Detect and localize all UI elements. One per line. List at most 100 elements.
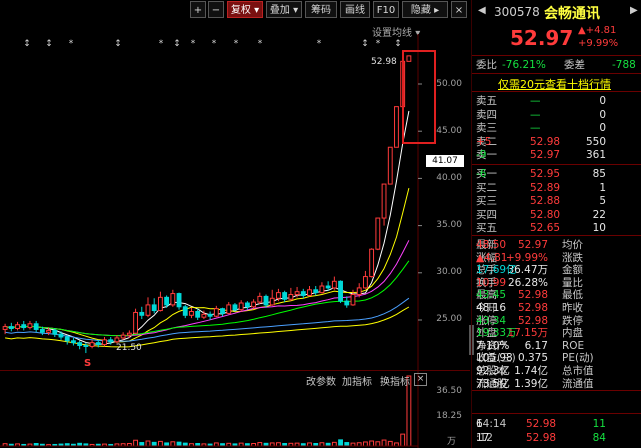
adjust-button[interactable]: 复权 ▾ [227,1,263,18]
price-tick-50: 50.00 [436,79,462,89]
stat-value: 6.17 [524,339,548,352]
ask-price: — [530,108,541,121]
candle-body [157,296,163,312]
stat-value: 52.97 [517,239,548,251]
volume-bar [362,441,368,447]
price-tick-30: 30.00 [436,267,462,277]
candle-body [282,292,288,300]
candle-body [307,289,312,296]
divider [472,235,641,236]
candle-body [294,291,300,296]
stat-row: 最高 52.98 最低 43.45 [476,289,636,301]
kline-chart-panel[interactable]: + − 复权 ▾ 叠加 ▾ 筹码 画线 F10 隐藏 ▸ × 设置均线 ▾ ↕ ↕… [0,0,474,448]
draw-line-button[interactable]: 画线 [340,1,370,18]
weibi-value: -76.21% [502,59,546,71]
signal-marker: * [69,39,74,49]
candle-body [71,340,76,344]
candle-body [39,328,45,333]
add-indicator-button[interactable]: 加指标 [342,373,372,388]
stat-value: 43.45 [476,289,507,302]
signal-marker: ↕ [114,39,122,49]
candle-body [52,329,58,335]
candle-body [375,217,381,250]
candle-body [257,295,263,303]
weibi-label: 委比 [476,59,497,71]
ask-label: 卖五 [476,95,497,107]
divider [472,413,641,414]
ask-price: 52.98 [530,135,561,148]
candle-body [201,313,207,318]
stat-label: ROE [562,339,585,352]
ask-volume: 0 [599,95,606,107]
candle-body [387,146,393,185]
signal-marker: ↕ [361,39,369,49]
candle-body [133,311,138,334]
f10-button[interactable]: F10 [373,1,399,18]
stat-value: 52.98 [517,302,548,314]
next-stock-arrow-icon[interactable]: ▶ [630,5,638,16]
stat-value: 52.98 [517,289,548,302]
bid-volume: 85 [592,168,606,180]
overlay-button[interactable]: 叠加 ▾ [266,1,302,18]
hide-button[interactable]: 隐藏 ▸ [402,1,448,18]
signal-marker: ↕ [394,39,402,49]
candle-body [21,324,27,329]
candle-body [356,287,362,296]
volume-bar [176,441,182,447]
level2-promo-link[interactable]: 仅需20元查看十档行情 [498,76,611,92]
candle-body [108,339,114,343]
candle-body [350,294,356,306]
change-indicator-button[interactable]: 换指标 [380,373,410,388]
stock-name: 会畅通讯 [544,6,600,22]
stat-value: 52.98 [517,314,548,327]
bid-row: 买三 52.88 5 [476,195,636,207]
tick-volume: 11 [592,418,606,430]
bid-volume: 10 [592,222,606,234]
ask-row: 卖三 — 0 [476,122,636,134]
ask-label: 卖四 [476,108,497,121]
last-price-box: 41.07 [426,155,464,167]
candle-body [151,304,157,312]
tick-row: :12 52.98 84 17 [476,432,636,444]
modify-params-button[interactable]: 改参数 [306,373,336,388]
bid-label: 买四 [476,208,497,221]
close-icon[interactable]: × [451,1,467,18]
ask-row: 卖五 — 0 [476,95,636,107]
stat-label: 昨收 [562,302,583,314]
stat-row: 换手 26.28% 量比 10.99 [476,277,636,289]
bid-price: 52.89 [530,181,561,194]
weibi-row: 委比 -76.21% 委差 -788 [476,59,636,71]
candle-body [89,342,95,347]
signal-marker: * [191,39,196,49]
tick-count: 17 [476,432,490,444]
prev-stock-arrow-icon[interactable]: ◀ [478,5,486,16]
volume-bar [387,440,393,447]
tick-row: 14:14 52.98 11 6 [476,418,636,430]
candle-body [381,183,387,219]
ma-line-ma10 [5,187,410,343]
stat-label: 量比 [562,276,583,289]
candle-body [344,300,350,306]
volume-bar [344,442,350,447]
candle-body [15,324,20,329]
stat-value: 105.98 [476,352,513,365]
close-volume-icon[interactable]: × [414,373,427,386]
hide-label: 隐藏 [410,5,431,16]
stat-label: PE(动) [562,352,594,365]
candle-body [189,311,194,316]
signal-marker: * [159,39,164,49]
candle-body [139,311,145,316]
chips-button[interactable]: 筹码 [305,1,337,18]
candle-body [300,291,306,296]
zoom-out-button[interactable]: − [208,1,224,18]
bid-volume: 1 [599,181,606,194]
ma-line-ma20 [5,240,410,337]
ask-change: -9 [476,149,487,161]
stat-row: 最新 52.97 均价 48.50 [476,239,636,251]
stat-row: 涨停 52.98 跌停 43.34 [476,315,636,327]
stat-label: 内盘 [562,327,583,340]
stat-row: 外盘 17.15万 内盘 19.33万 [476,327,636,339]
tick-count: 6 [476,418,483,430]
zoom-in-button[interactable]: + [190,1,206,18]
candle-body [213,308,219,317]
